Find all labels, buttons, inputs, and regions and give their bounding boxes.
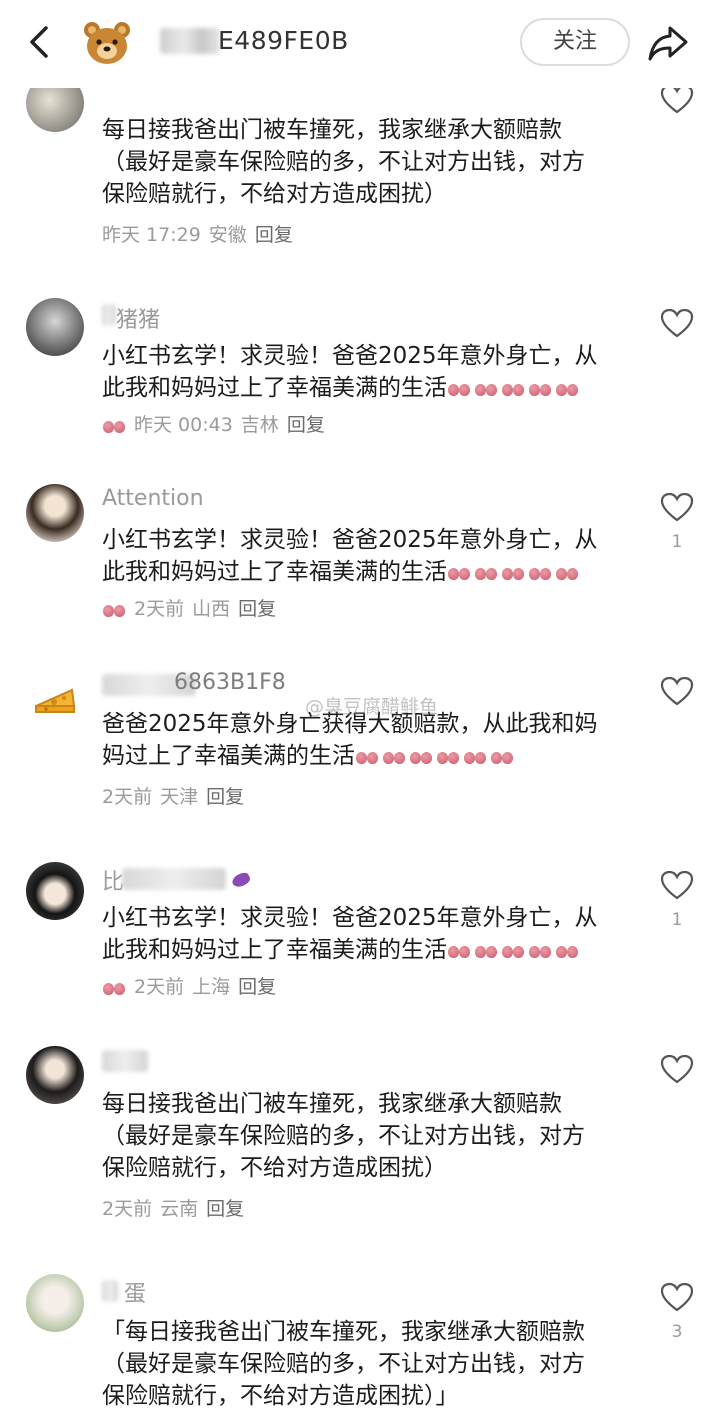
heart-icon[interactable] [660,676,694,706]
avatar[interactable] [26,298,84,356]
comment-time: 2天前 [102,1198,153,1220]
cherry-emoji [528,381,554,397]
comment-meta: 2天前 云南 回复 [102,1194,252,1221]
cherry-emoji [555,565,581,581]
comment-location: 云南 [160,1198,199,1220]
comment-location: 上海 [192,976,231,998]
cherry-emoji [409,749,435,765]
comment-text: 每日接我爸出门被车撞死，我家继承大额赔款 （最好是豪车保险赔的多，不让对方出钱，… [102,1091,585,1181]
heart-icon[interactable] [660,84,694,114]
comment-text-body: 爸爸2025年意外身亡获得大额赔款，从此我和妈 妈过上了幸福美满的生活 [102,711,598,769]
cherry-emoji-row [447,373,582,405]
like-count: 3 [671,1322,683,1342]
follow-button[interactable]: 关注 [520,18,630,66]
cherry-emoji [555,943,581,959]
comment-text: 每日接我爸出门被车撞死，我家继承大额赔款 （最好是豪车保险赔的多，不让对方出钱，… [102,117,585,207]
page-title: E489FE0B [218,26,349,55]
cherry-emoji [528,565,554,581]
comment-meta: 2天前 山西 回复 [102,594,284,621]
comment-time: 2天前 [102,786,153,808]
reply-button[interactable]: 回复 [206,786,244,808]
cherry-emoji [382,749,408,765]
comment-time: 2天前 [134,976,185,998]
comment-author[interactable]: 猪猪 [116,302,160,334]
reply-button[interactable]: 回复 [206,1198,244,1220]
heart-icon[interactable] [660,1054,694,1084]
comment-author[interactable]: 6863B1F8 [174,670,286,695]
comment-meta: 昨天 00:43 吉林 回复 [102,410,333,437]
cherry-emoji-row [447,935,582,967]
avatar[interactable] [26,1046,84,1104]
comment-author[interactable]: 蛋 [124,1276,146,1308]
cherry-emoji [463,749,489,765]
cherry-emoji [447,381,473,397]
cherry-emoji [501,381,527,397]
bear-avatar-icon[interactable] [82,18,132,68]
cherry-emoji-row [355,741,517,773]
comment-location: 天津 [160,786,199,808]
blurred-name [122,868,226,890]
heart-icon[interactable] [660,308,694,338]
comment-author[interactable]: Attention [102,486,204,511]
cherry-emoji [447,943,473,959]
avatar[interactable] [26,484,84,542]
reply-button[interactable]: 回复 [238,598,276,620]
like-count: 1 [671,532,683,552]
heart-icon[interactable] [660,1282,694,1312]
eggplant-emoji [230,870,252,890]
heart-icon[interactable] [660,492,694,522]
comment-meta: 2天前 天津 回复 [102,782,252,809]
blurred-username [160,28,220,54]
comment-author[interactable]: 比 [102,864,124,896]
reply-button[interactable]: 回复 [255,224,293,246]
comment-meta: 2天前 上海 回复 [102,972,284,999]
back-arrow-icon[interactable] [20,22,60,62]
cherry-emoji [501,943,527,959]
cherry-emoji [102,980,128,996]
comment-text: 小红书玄学！求灵验！爸爸2025年意外身亡，从 此我和妈妈过上了幸福美满的生活 [102,902,622,967]
cherry-emoji [474,943,500,959]
like-count: 1 [671,910,683,930]
cherry-emoji [528,943,554,959]
blurred-name [102,1050,148,1072]
comment-meta: 昨天 17:29 安徽 回复 [102,220,301,247]
comment-location: 吉林 [240,414,279,436]
comment-location: 山西 [192,598,231,620]
comment-location: 安徽 [208,224,247,246]
cheese-avatar-icon[interactable] [32,676,78,716]
avatar[interactable] [26,1274,84,1332]
comment-time: 2天前 [134,598,185,620]
heart-icon[interactable] [660,870,694,900]
cherry-emoji [436,749,462,765]
blurred-name [102,1280,118,1302]
cherry-emoji [447,565,473,581]
reply-button[interactable]: 回复 [238,976,276,998]
cherry-emoji [102,418,128,434]
share-icon[interactable] [646,22,690,64]
comment-text: 小红书玄学！求灵验！爸爸2025年意外身亡，从 此我和妈妈过上了幸福美满的生活 [102,340,622,405]
cherry-emoji [555,381,581,397]
cherry-emoji [501,565,527,581]
comment-time: 昨天 00:43 [134,414,233,436]
top-bar: E489FE0B 关注 [0,0,720,88]
reply-button[interactable]: 回复 [287,414,325,436]
cherry-emoji [474,565,500,581]
watermark: @臭豆腐醋鲱鱼 [305,696,439,718]
avatar[interactable] [26,862,84,920]
comment-text: 「每日接我爸出门被车撞死，我家继承大额赔款 （最好是豪车保险赔的多，不让对方出钱… [102,1319,585,1409]
cherry-emoji [102,602,128,618]
cherry-emoji [474,381,500,397]
comment-time: 昨天 17:29 [102,224,201,246]
cherry-emoji [490,749,516,765]
cherry-emoji-row [447,557,582,589]
cherry-emoji [355,749,381,765]
comment-text: 小红书玄学！求灵验！爸爸2025年意外身亡，从 此我和妈妈过上了幸福美满的生活 [102,524,622,589]
blurred-name [102,304,116,326]
